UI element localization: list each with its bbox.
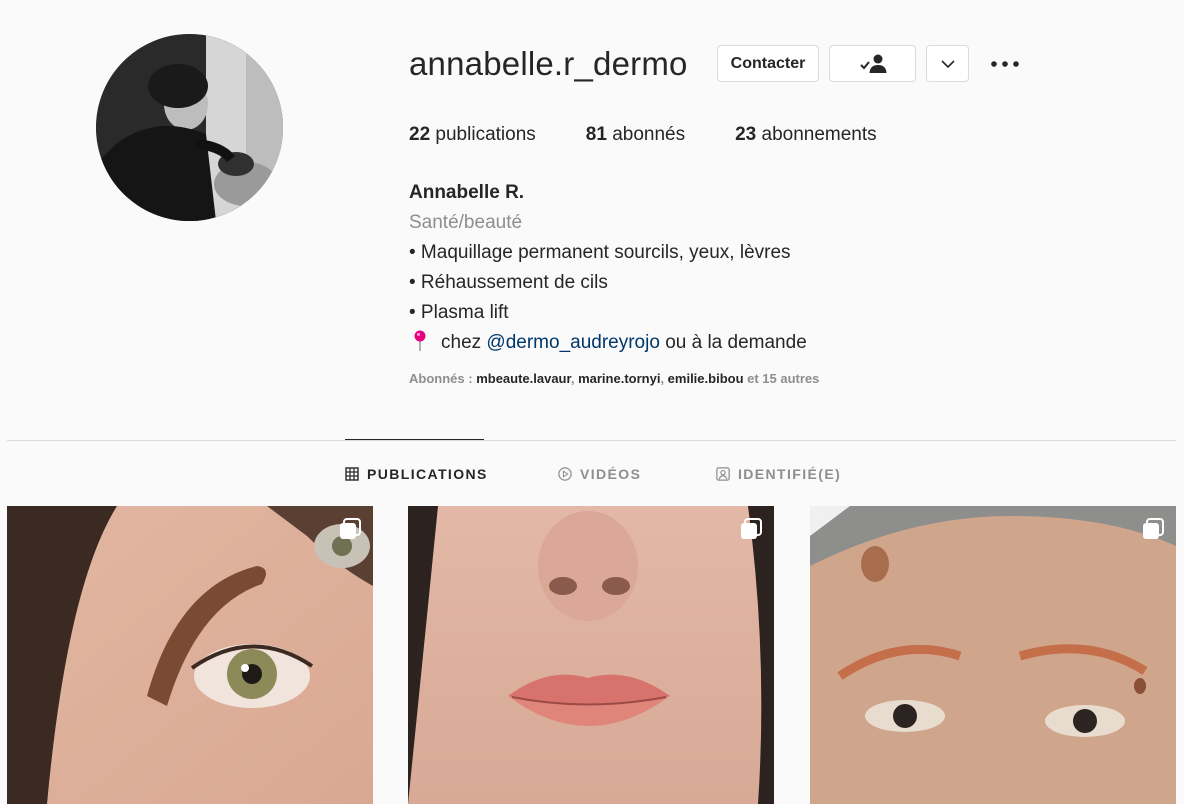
follower-link[interactable]: emilie.bibou [668, 371, 744, 386]
followed-by-suffix: et 15 autres [747, 371, 820, 386]
profile-bio: Annabelle R. Santé/beauté • Maquillage p… [409, 178, 807, 358]
stat-label: publications [435, 124, 536, 145]
followed-by[interactable]: Abonnés : mbeaute.lavaur, marine.tornyi,… [409, 371, 819, 386]
post-thumbnail[interactable] [7, 506, 373, 804]
post-thumbnail[interactable] [810, 506, 1176, 804]
tab-label: IDENTIFIÉ(E) [738, 466, 842, 482]
bio-location-line: chez @dermo_audreyrojo ou à la demande [409, 328, 807, 358]
contact-button[interactable]: Contacter [717, 45, 819, 82]
carousel-icon [741, 518, 762, 539]
profile-avatar[interactable] [96, 34, 283, 221]
profile-page: annabelle.r_dermo Contacter 22 publicati… [0, 0, 1184, 804]
stat-label: abonnés [612, 124, 686, 145]
stat-count: 81 [585, 124, 607, 145]
active-tab-indicator [345, 439, 484, 440]
stat-count: 22 [409, 124, 431, 145]
stat-publications[interactable]: 22 publications [409, 124, 536, 146]
tab-videos[interactable]: VIDÉOS [558, 464, 641, 484]
profile-category: Santé/beauté [409, 212, 523, 233]
suggestions-dropdown-button[interactable] [926, 45, 969, 82]
bio-line: • Maquillage permanent sourcils, yeux, l… [409, 242, 791, 263]
bio-location-suffix: ou à la demande [665, 332, 807, 353]
profile-username: annabelle.r_dermo [409, 45, 688, 82]
post-image-eyebrow [7, 506, 373, 804]
pushpin-icon [414, 330, 426, 351]
following-button[interactable] [829, 45, 916, 82]
tab-label: PUBLICATIONS [367, 466, 488, 482]
more-horizontal-icon [991, 61, 1019, 67]
followed-by-prefix: Abonnés : [409, 371, 473, 386]
tagged-user-icon [716, 467, 730, 481]
profile-full-name: Annabelle R. [409, 182, 525, 203]
tab-publications[interactable]: PUBLICATIONS [345, 464, 488, 484]
tabs-divider [7, 440, 1176, 441]
carousel-icon [340, 518, 361, 539]
post-image-eyebrows-mature [810, 506, 1176, 804]
grid-icon [345, 467, 359, 481]
bio-line: • Réhaussement de cils [409, 272, 608, 293]
stat-label: abonnements [761, 124, 877, 145]
stat-followers[interactable]: 81 abonnés [586, 124, 685, 146]
stat-count: 23 [735, 124, 757, 145]
follower-link[interactable]: mbeaute.lavaur [476, 371, 571, 386]
bio-location-prefix: chez [441, 332, 482, 353]
post-image-lips [408, 506, 774, 804]
bio-line: • Plasma lift [409, 302, 509, 323]
carousel-icon [1143, 518, 1164, 539]
more-options-button[interactable] [986, 52, 1024, 76]
stat-following[interactable]: 23 abonnements [735, 124, 877, 146]
bio-mention-link[interactable]: @dermo_audreyrojo [486, 332, 660, 353]
profile-stats: 22 publications 81 abonnés 23 abonnement… [409, 124, 927, 146]
chevron-down-icon [940, 59, 955, 68]
person-check-icon [859, 54, 886, 73]
follower-link[interactable]: marine.tornyi [578, 371, 660, 386]
tab-label: VIDÉOS [580, 466, 642, 482]
tab-tagged[interactable]: IDENTIFIÉ(E) [716, 464, 841, 484]
post-thumbnail[interactable] [408, 506, 774, 804]
play-circle-icon [558, 467, 572, 481]
